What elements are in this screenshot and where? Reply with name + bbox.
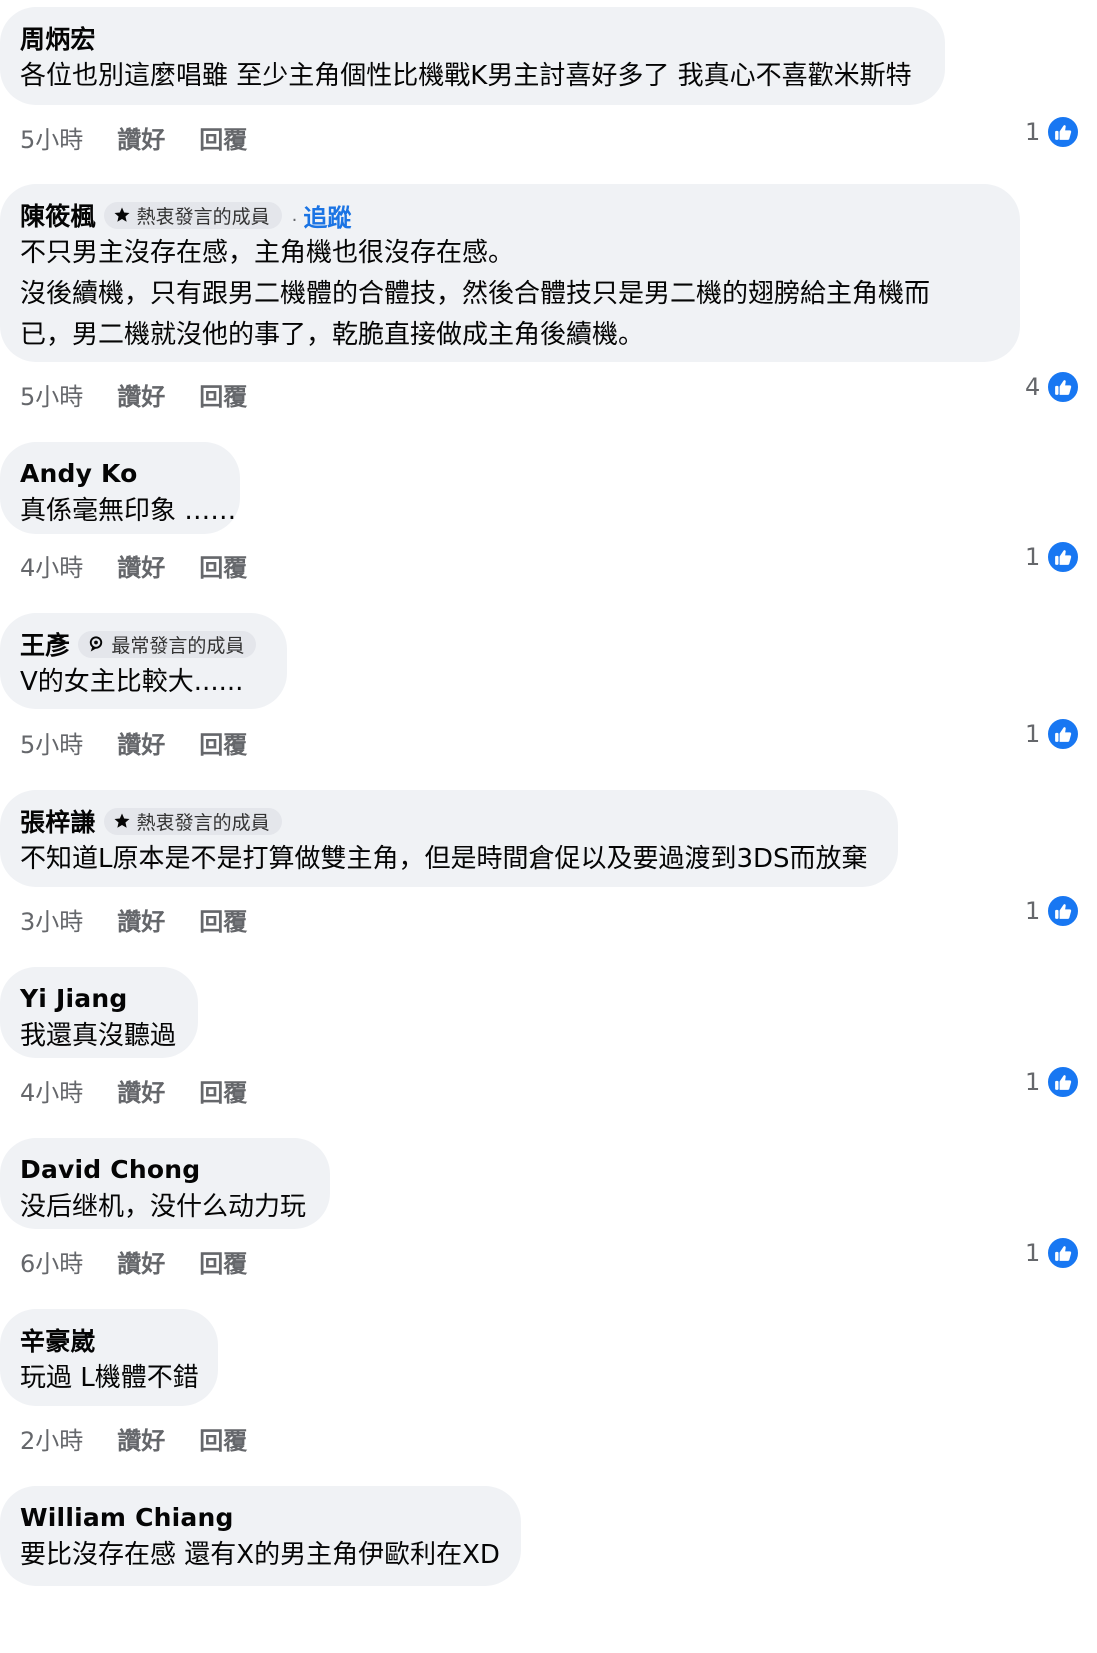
commenter-name[interactable]: William Chiang bbox=[20, 1503, 234, 1532]
reply-button[interactable]: 回覆 bbox=[199, 548, 247, 583]
comment-time[interactable]: 2小時 bbox=[20, 1421, 83, 1456]
comment-bubble: David Chong 没后继机，没什么动力玩 bbox=[0, 1138, 330, 1229]
comment-text: 沒後續機，只有跟男二機體的合體技，然後合體技只是男二機的翅膀給主角機而 bbox=[20, 279, 931, 309]
badge-label: 熱衷發言的成員 bbox=[136, 205, 270, 228]
comment-time[interactable]: 5小時 bbox=[20, 725, 83, 760]
comment-text: 玩過 L機體不錯 bbox=[20, 1363, 199, 1393]
like-reaction-icon bbox=[1046, 1236, 1081, 1270]
comment-time[interactable]: 5小時 bbox=[20, 120, 83, 155]
comment-time[interactable]: 4小時 bbox=[20, 548, 83, 583]
reply-button[interactable]: 回覆 bbox=[199, 1244, 247, 1279]
reaction-summary[interactable]: 1 bbox=[1025, 540, 1081, 574]
comment-meta: 4小時 讚好 回覆 bbox=[20, 1073, 247, 1108]
follow-label: 追蹤 bbox=[303, 203, 352, 232]
reply-button[interactable]: 回覆 bbox=[199, 902, 247, 937]
like-reaction-icon bbox=[1046, 717, 1081, 751]
commenter-name[interactable]: 陳筱楓 bbox=[20, 197, 96, 233]
member-badge[interactable]: 熱衷發言的成員 bbox=[103, 807, 282, 835]
reaction-summary[interactable]: 1 bbox=[1025, 894, 1081, 928]
like-reaction-icon bbox=[1046, 894, 1081, 928]
like-button[interactable]: 讚好 bbox=[117, 725, 165, 760]
reaction-count: 1 bbox=[1025, 1068, 1041, 1096]
like-button[interactable]: 讚好 bbox=[117, 120, 165, 155]
like-button[interactable]: 讚好 bbox=[117, 902, 165, 937]
comment-meta: 4小時 讚好 回覆 bbox=[20, 548, 247, 583]
comment-bubble: 陳筱楓 熱衷發言的成員 · 追蹤 不只男主沒存在感，主角機也很沒存在感。 沒後續機… bbox=[0, 184, 1020, 362]
reply-button[interactable]: 回覆 bbox=[199, 377, 247, 412]
comment-bubble: William Chiang 要比沒存在感 還有X的男主角伊歐利在XD bbox=[0, 1486, 521, 1586]
comment-bubble: Andy Ko 真係毫無印象 …… bbox=[0, 442, 240, 534]
reply-button[interactable]: 回覆 bbox=[199, 725, 247, 760]
comment-bubble: 王彥 最常發言的成員 V的女主比較大...... bbox=[0, 613, 287, 709]
reaction-summary[interactable]: 1 bbox=[1025, 717, 1081, 751]
commenter-name[interactable]: Andy Ko bbox=[20, 459, 138, 488]
commenter-name[interactable]: 張梓謙 bbox=[20, 803, 96, 839]
comment-text: 各位也別這麼唱雖 至少主角個性比機戰K男主討喜好多了 我真心不喜歡米斯特 bbox=[20, 61, 912, 91]
reaction-count: 1 bbox=[1025, 1239, 1041, 1267]
commenter-name[interactable]: David Chong bbox=[20, 1155, 200, 1184]
like-reaction-icon bbox=[1046, 1065, 1081, 1099]
reply-button[interactable]: 回覆 bbox=[199, 1073, 247, 1108]
like-button[interactable]: 讚好 bbox=[117, 1073, 165, 1108]
like-button[interactable]: 讚好 bbox=[117, 377, 165, 412]
commenter-name[interactable]: Yi Jiang bbox=[20, 984, 127, 1013]
comment-text: 已，男二機就沒他的事了，乾脆直接做成主角後續機。 bbox=[20, 320, 645, 350]
comment-text: 我還真沒聽過 bbox=[20, 1021, 177, 1051]
follow-button[interactable]: · 追蹤 bbox=[292, 198, 352, 233]
separator-dot: · bbox=[291, 209, 298, 231]
comment-bubble: 張梓謙 熱衷發言的成員 不知道L原本是不是打算做雙主角，但是時間倉促以及要過渡到… bbox=[0, 790, 898, 887]
like-reaction-icon bbox=[1046, 540, 1081, 574]
member-badge[interactable]: 最常發言的成員 bbox=[78, 630, 257, 658]
comment-meta: 5小時 讚好 回覆 bbox=[20, 120, 247, 155]
comment-text: 不知道L原本是不是打算做雙主角，但是時間倉促以及要過渡到3DS而放棄 bbox=[20, 844, 868, 874]
speech-bubble-icon bbox=[90, 636, 103, 652]
badge-label: 熱衷發言的成員 bbox=[136, 811, 270, 834]
comment-text: 不只男主沒存在感，主角機也很沒存在感。 bbox=[20, 238, 515, 268]
comment-text: 没后继机，没什么动力玩 bbox=[20, 1192, 307, 1222]
commenter-name[interactable]: 王彥 bbox=[20, 626, 70, 662]
commenter-name[interactable]: 辛豪崴 bbox=[20, 1322, 96, 1358]
reaction-count: 1 bbox=[1025, 543, 1041, 571]
member-badge[interactable]: 熱衷發言的成員 bbox=[103, 201, 282, 229]
reaction-summary[interactable]: 1 bbox=[1025, 1065, 1081, 1099]
comment-text: 要比沒存在感 還有X的男主角伊歐利在XD bbox=[20, 1540, 500, 1570]
reaction-count: 4 bbox=[1025, 373, 1041, 401]
reaction-count: 1 bbox=[1025, 897, 1041, 925]
comment-time[interactable]: 6小時 bbox=[20, 1244, 83, 1279]
comment-bubble: 周炳宏 各位也別這麼唱雖 至少主角個性比機戰K男主討喜好多了 我真心不喜歡米斯特 bbox=[0, 7, 945, 105]
star-icon bbox=[114, 207, 130, 222]
reaction-summary[interactable]: 1 bbox=[1025, 1236, 1081, 1270]
comment-time[interactable]: 3小時 bbox=[20, 902, 83, 937]
like-reaction-icon bbox=[1046, 115, 1081, 149]
reaction-count: 1 bbox=[1025, 118, 1041, 146]
comment-time[interactable]: 5小時 bbox=[20, 377, 83, 412]
comment-bubble: 辛豪崴 玩過 L機體不錯 bbox=[0, 1309, 218, 1406]
reply-button[interactable]: 回覆 bbox=[199, 120, 247, 155]
reaction-summary[interactable]: 1 bbox=[1025, 115, 1081, 149]
like-button[interactable]: 讚好 bbox=[117, 1421, 165, 1456]
reply-button[interactable]: 回覆 bbox=[199, 1421, 247, 1456]
comment-text: 真係毫無印象 …… bbox=[20, 496, 237, 526]
comment-meta: 5小時 讚好 回覆 bbox=[20, 725, 247, 760]
like-reaction-icon bbox=[1046, 370, 1081, 404]
comment-bubble: Yi Jiang 我還真沒聽過 bbox=[0, 967, 198, 1058]
reaction-count: 1 bbox=[1025, 720, 1041, 748]
comment-meta: 6小時 讚好 回覆 bbox=[20, 1244, 247, 1279]
like-button[interactable]: 讚好 bbox=[117, 1244, 165, 1279]
comment-meta: 3小時 讚好 回覆 bbox=[20, 902, 247, 937]
star-icon bbox=[114, 813, 130, 828]
like-button[interactable]: 讚好 bbox=[117, 548, 165, 583]
comment-time[interactable]: 4小時 bbox=[20, 1073, 83, 1108]
badge-label: 最常發言的成員 bbox=[111, 634, 245, 657]
reaction-summary[interactable]: 4 bbox=[1025, 370, 1081, 404]
commenter-name[interactable]: 周炳宏 bbox=[20, 20, 96, 56]
comment-meta: 2小時 讚好 回覆 bbox=[20, 1421, 247, 1456]
comment-text: V的女主比較大...... bbox=[20, 667, 244, 697]
comment-meta: 5小時 讚好 回覆 bbox=[20, 377, 247, 412]
